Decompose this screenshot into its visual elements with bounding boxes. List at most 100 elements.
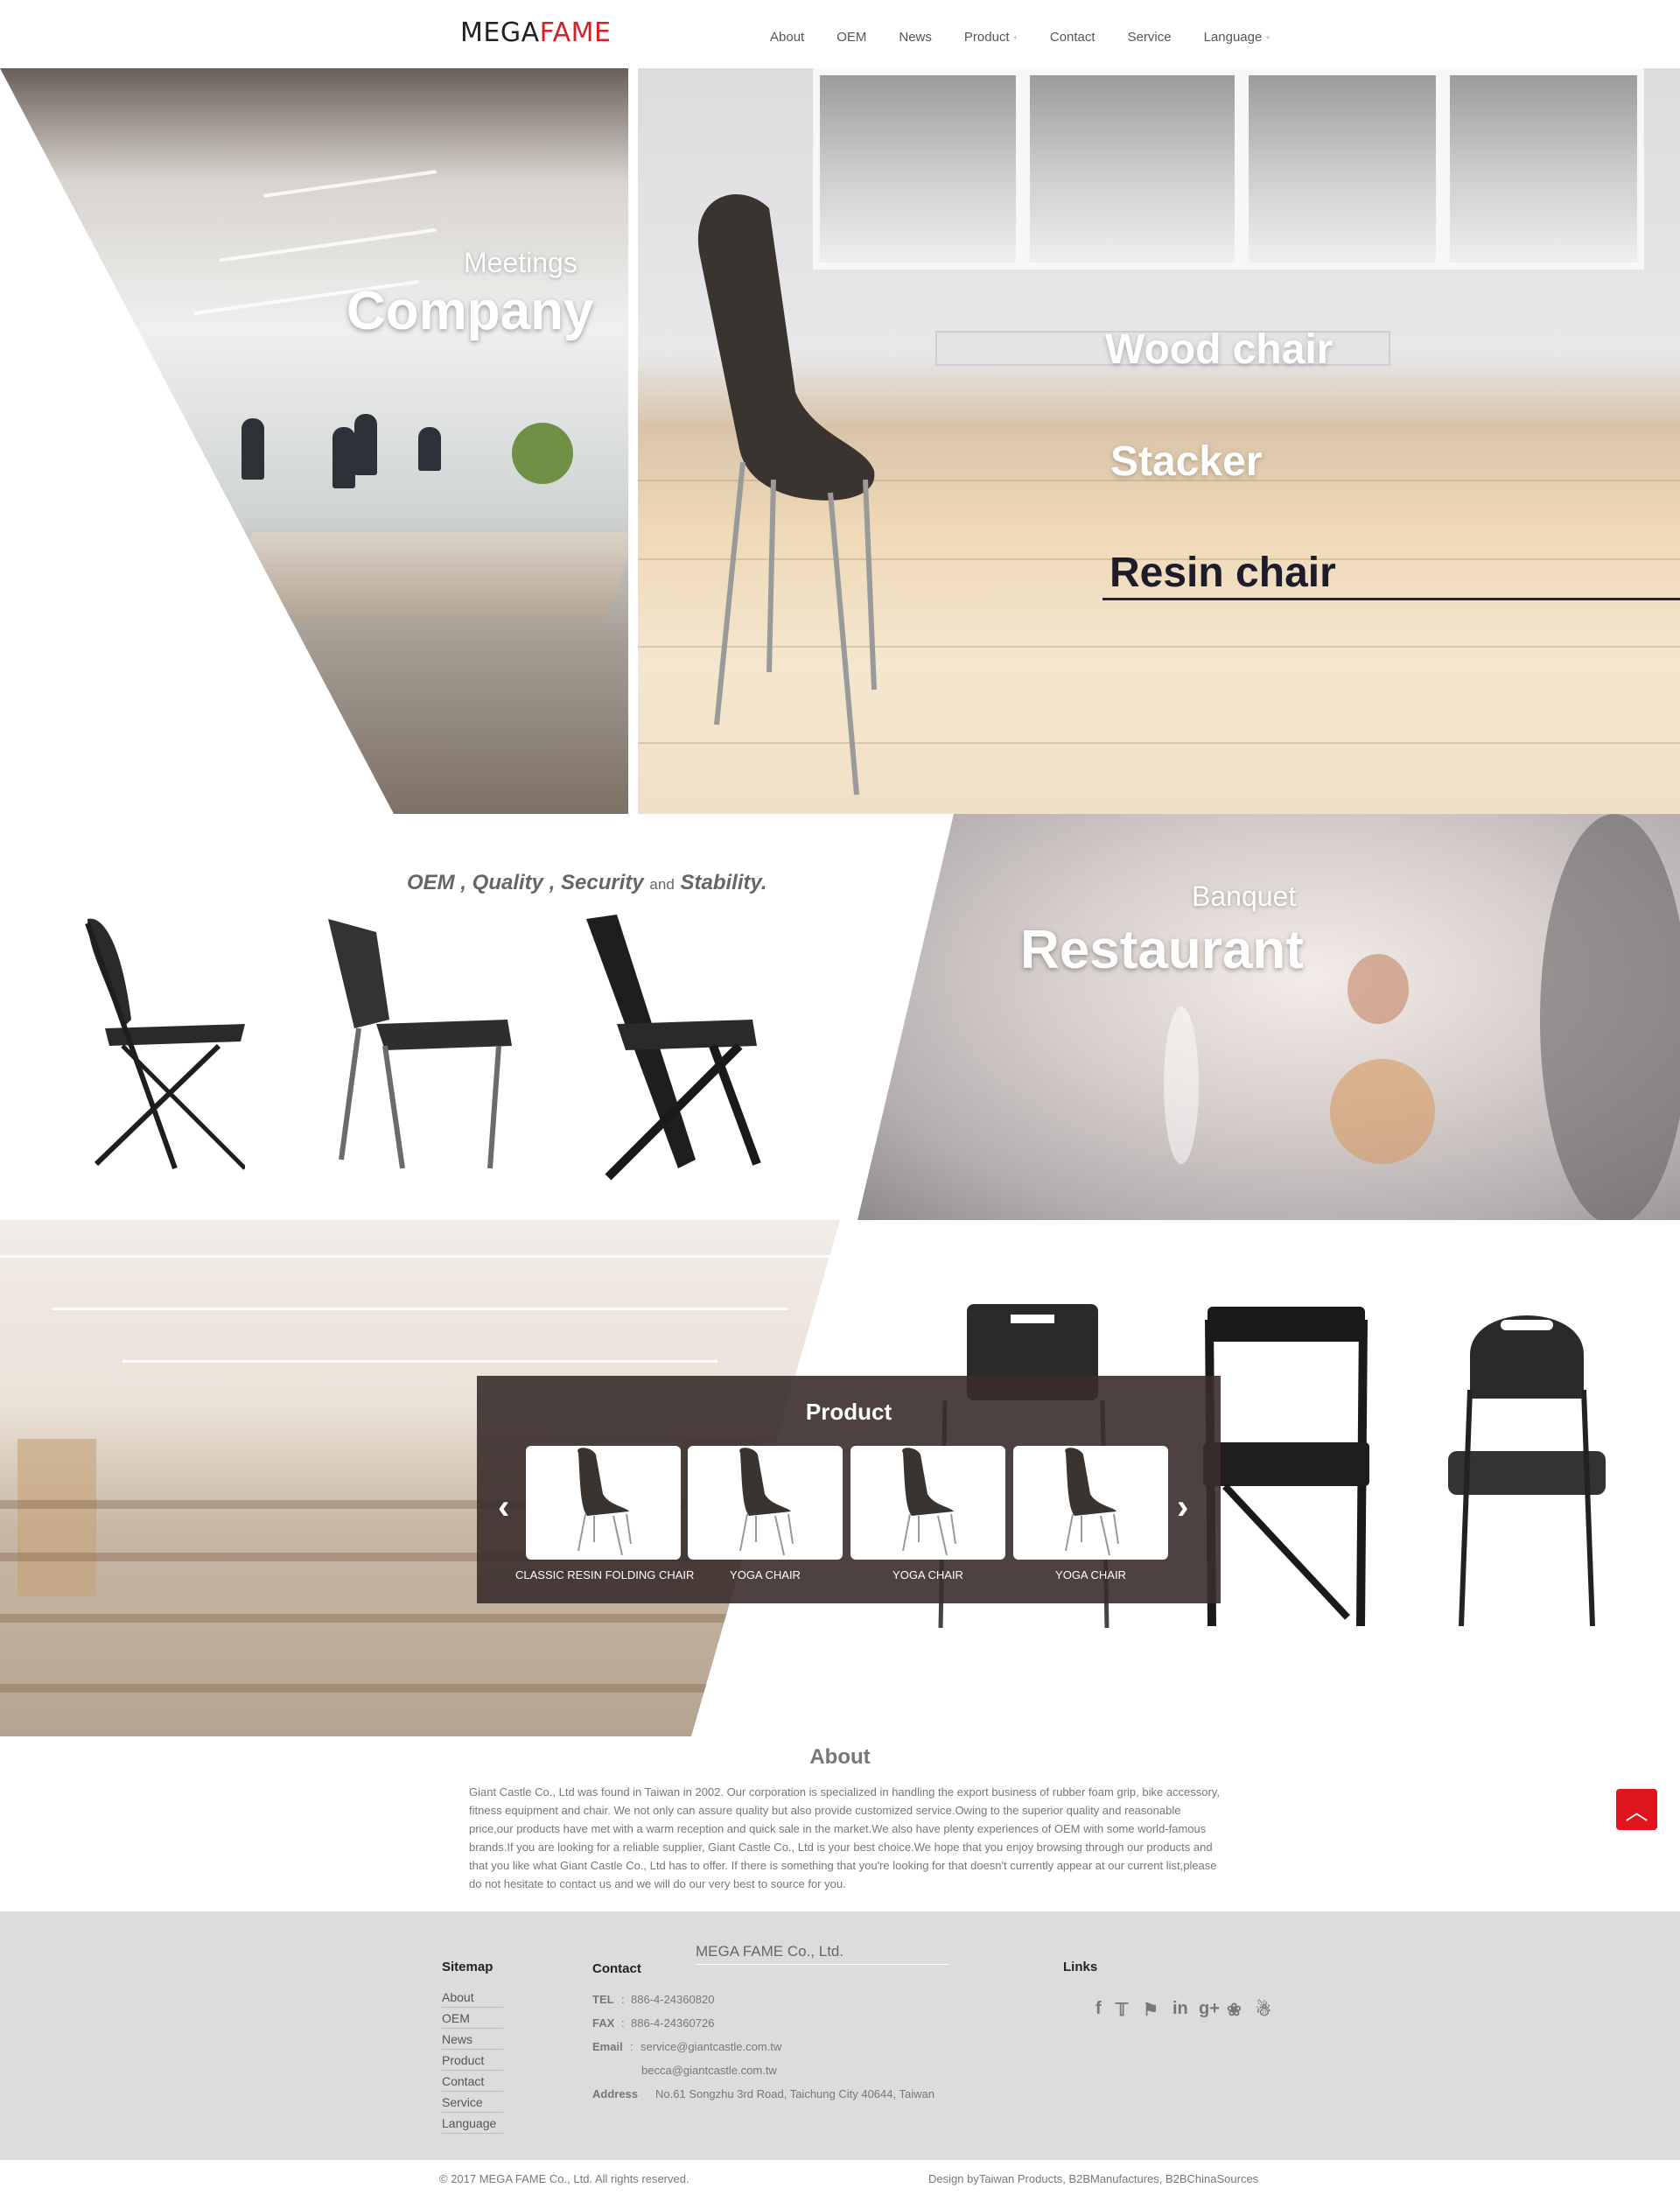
product-card[interactable] [688, 1446, 843, 1560]
colon: : [621, 2016, 625, 2030]
site-header: MEGAFAME About OEM News Product + Contact… [0, 0, 1680, 68]
sitemap-link-about[interactable]: About [442, 1990, 503, 2008]
product-carousel: Product ‹ › CLASSIC RESIN FOLDING CHAIR … [477, 1376, 1221, 1603]
back-to-top-button[interactable]: ︿ [1616, 1789, 1657, 1830]
plurk-icon[interactable]: ⚑ [1143, 1999, 1158, 2021]
colon: : [630, 2040, 634, 2053]
person-figure [354, 414, 377, 475]
linkedin-icon[interactable]: in [1172, 1999, 1188, 2019]
person-figure [418, 427, 441, 471]
email-value-2[interactable]: becca@giantcastle.com.tw [641, 2064, 777, 2077]
design-prefix: Design by [928, 2172, 979, 2185]
oem-tagline: OEM , Quality , Security and Stability. [407, 871, 767, 895]
nav-service[interactable]: Service [1128, 30, 1172, 45]
wood-chair-image [697, 194, 877, 796]
product-card[interactable] [526, 1446, 681, 1560]
seat-row [0, 1684, 840, 1693]
product-card-label[interactable]: YOGA CHAIR [688, 1568, 843, 1581]
tel-value[interactable]: 886-4-24360820 [631, 1993, 714, 2006]
twitter-icon[interactable]: 𝕋 [1116, 1999, 1128, 2021]
sitemap-link-service[interactable]: Service [442, 2095, 503, 2113]
fax-label: FAX [592, 2016, 615, 2030]
logo-mega: MEGA [460, 18, 540, 48]
wooden-folding-chair-image [586, 915, 761, 1181]
product-thumbnail [739, 1448, 794, 1556]
chevron-right-icon[interactable]: › [1177, 1490, 1188, 1525]
address-label: Address [592, 2087, 639, 2100]
tagline-main: OEM , Quality , Security [407, 871, 644, 894]
sitemap-title: Sitemap [442, 1960, 494, 1974]
links-title: Links [1063, 1960, 1098, 1974]
restaurant-subtitle: Banquet [1192, 880, 1297, 912]
sitemap-link-news[interactable]: News [442, 2032, 503, 2050]
qq-icon[interactable]: ☃ [1256, 1999, 1271, 2021]
sitemap-link-language[interactable]: Language [442, 2116, 503, 2134]
product-card-label[interactable]: CLASSIC RESIN FOLDING CHAIR [515, 1568, 694, 1581]
nav-oem[interactable]: OEM [836, 30, 866, 45]
dropdown-caret-icon: + [1265, 33, 1270, 43]
product-card[interactable] [850, 1446, 1005, 1560]
ceiling-light [219, 228, 438, 263]
person-figure [242, 418, 264, 480]
company-subtitle: Meetings [464, 247, 578, 278]
company-banner[interactable] [0, 68, 628, 814]
facebook-icon[interactable]: f [1096, 1999, 1102, 2019]
restaurant-banner[interactable] [858, 814, 1680, 1220]
window [1443, 68, 1644, 270]
ceiling-light [122, 1360, 718, 1363]
product-card-label[interactable]: YOGA CHAIR [1013, 1568, 1168, 1581]
seat-row [0, 1614, 840, 1623]
restaurant-title: Restaurant [1020, 920, 1304, 980]
active-menu-underline [1102, 598, 1680, 600]
logo[interactable]: MEGAFAME [460, 18, 611, 48]
nav-product[interactable]: Product + [964, 30, 1018, 45]
email-value-1[interactable]: service@giantcastle.com.tw [640, 2040, 781, 2053]
nav-language[interactable]: Language + [1204, 30, 1270, 45]
paw-icon[interactable]: ❀ [1227, 1999, 1242, 2021]
nav-language-label: Language [1203, 30, 1263, 45]
copyright-text: © 2017 MEGA FAME Co., Ltd. All rights re… [439, 2172, 690, 2185]
product-card[interactable] [1013, 1446, 1168, 1560]
office-plant [512, 423, 573, 484]
contact-title: Contact [592, 1961, 641, 1976]
sitemap-link-contact[interactable]: Contact [442, 2074, 503, 2092]
nav-about[interactable]: About [770, 30, 804, 45]
tagline-and: and [649, 876, 675, 893]
blurred-glass [1348, 954, 1409, 1024]
dropdown-caret-icon: + [1012, 33, 1018, 43]
chevron-up-icon: ︿ [1625, 1799, 1648, 1825]
blurred-chair [1540, 814, 1680, 1220]
logo-fame: FAME [539, 18, 612, 48]
design-links[interactable]: Taiwan Products, B2BManufactures, B2BChi… [979, 2172, 1258, 2185]
company-title: Company [346, 281, 594, 341]
folding-chair-image [85, 918, 245, 1170]
window [1242, 68, 1443, 270]
sitemap-link-product[interactable]: Product [442, 2053, 503, 2071]
ceiling-light [262, 170, 438, 198]
site-footer: Sitemap About OEM News Product Contact S… [0, 1911, 1680, 2160]
product-carousel-title: Product [805, 1399, 892, 1425]
resin-folding-chair-image [1203, 1307, 1369, 1627]
company-name: MEGA FAME Co., Ltd. [696, 1943, 949, 1965]
chevron-left-icon[interactable]: ‹ [498, 1490, 509, 1525]
ceiling-light [0, 1255, 840, 1258]
menu-resin-chair[interactable]: Resin chair [1110, 549, 1336, 597]
menu-wood-chair[interactable]: Wood chair [1105, 326, 1333, 374]
sitemap-link-oem[interactable]: OEM [442, 2011, 503, 2029]
design-credit: Design byTaiwan Products, B2BManufacture… [928, 2172, 1258, 2185]
person-figure [332, 427, 355, 488]
blurred-glass [1330, 1059, 1435, 1164]
menu-stacker[interactable]: Stacker [1110, 438, 1262, 486]
google-plus-icon[interactable]: g+ [1199, 1999, 1220, 2019]
wall-panel [18, 1439, 96, 1596]
about-title: About [809, 1745, 871, 1769]
product-thumbnail [1065, 1448, 1119, 1556]
nav-contact[interactable]: Contact [1050, 30, 1096, 45]
stacking-chair-image [328, 919, 512, 1169]
address-value: No.61 Songzhu 3rd Road, Taichung City 40… [655, 2087, 934, 2100]
blurred-glass [1164, 1006, 1199, 1164]
fax-value: 886-4-24360726 [631, 2016, 715, 2030]
tel-label: TEL [592, 1993, 614, 2006]
product-card-label[interactable]: YOGA CHAIR [850, 1568, 1005, 1581]
nav-news[interactable]: News [899, 30, 932, 45]
